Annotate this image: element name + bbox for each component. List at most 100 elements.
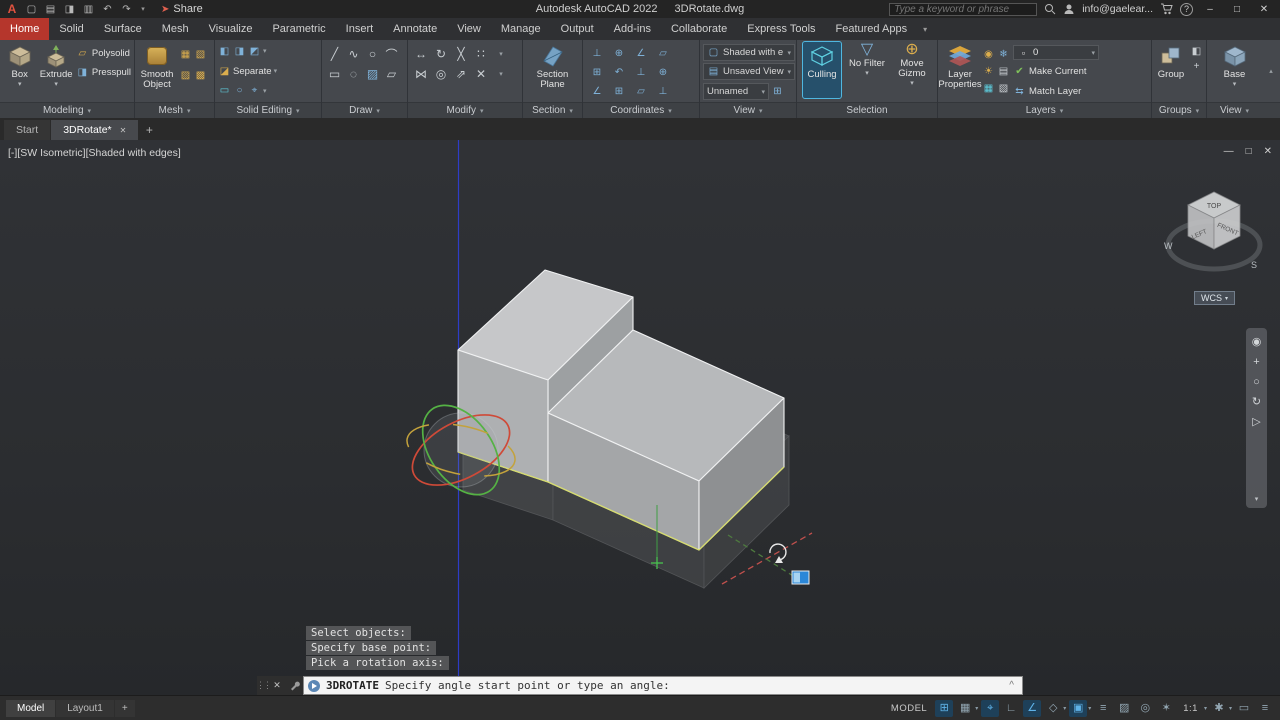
layer-unisolate-icon[interactable]: ▧ [997,82,1010,95]
ribbon-tab-parametric[interactable]: Parametric [262,18,335,40]
scale-caret[interactable]: ▾ [1204,705,1207,712]
ribbon-tab-annotate[interactable]: Annotate [383,18,447,40]
ucs-named-icon[interactable]: ⊕ [657,66,670,79]
viewport-minimize-button[interactable]: — [1224,146,1234,157]
pan-icon[interactable]: + [1253,357,1259,368]
section-plane-button[interactable]: Section Plane [534,42,572,98]
ribbon-tab-mesh[interactable]: Mesh [152,18,199,40]
box-button[interactable]: Box ▾ [3,42,36,98]
panel-label-coordinates[interactable]: Coordinates ▾ [583,102,699,118]
transparency-icon[interactable]: ▨ [1115,700,1133,717]
polyline-icon[interactable]: ∿ [346,47,361,62]
tab-3drotate[interactable]: 3DRotate* ✕ [51,120,139,140]
new-file-icon[interactable]: ▢ [25,4,38,15]
compass-south-label[interactable]: S [1251,260,1257,270]
model-tab[interactable]: Model [6,699,56,717]
panel-label-selection[interactable]: Selection [797,102,937,118]
qat-customize-caret[interactable]: ▾ [139,5,147,13]
ucs-z-axis-icon[interactable]: ∠ [635,47,648,60]
viewport-close-button[interactable]: ✕ [1264,146,1272,157]
lineweight-icon[interactable]: ≡ [1094,700,1112,717]
panel-label-view-base[interactable]: View ▾ [1207,102,1262,118]
ucs-object-icon[interactable]: ∠ [591,85,604,98]
command-grip[interactable]: ⋮ ⋮ [256,680,272,691]
layer-off-icon[interactable]: ▦ [982,82,995,95]
orbit-icon[interactable]: ↻ [1252,397,1261,408]
ribbon-tab-manage[interactable]: Manage [491,18,551,40]
tab-close-icon[interactable]: ✕ [120,126,127,135]
fillet-edge-icon[interactable]: ○ [233,84,246,97]
viewcube[interactable]: W S TOP LEFT FRONT [1158,185,1270,285]
scale-icon[interactable]: ⇗ [454,67,469,82]
layer-dropdown[interactable]: ▫ 0 ▾ [1013,45,1099,60]
viewport-config-dropdown[interactable]: Unnamed ▾ [703,83,769,100]
group-button[interactable]: Group [1155,42,1187,98]
showmotion-icon[interactable]: ▷ [1252,417,1260,428]
ribbon-tab-collaborate[interactable]: Collaborate [661,18,737,40]
ribbon-collapse-caret[interactable]: ▴ [1269,67,1273,75]
culling-button[interactable]: Culling [802,41,842,99]
ucs-icon[interactable]: ⊥ [591,47,604,60]
ribbon-tab-surface[interactable]: Surface [94,18,152,40]
intersect-icon[interactable]: ◩ [248,45,261,58]
tab-start[interactable]: Start [4,120,51,140]
polysolid-button[interactable]: ▱ Polysolid [76,45,131,62]
arc-icon[interactable]: ⌒ [384,47,399,62]
ribbon-tab-insert[interactable]: Insert [336,18,384,40]
mesh-smooth-less-icon[interactable]: ▩ [194,69,207,82]
panel-label-layers[interactable]: Layers ▾ [938,102,1151,118]
extrude-button[interactable]: Extrude ▾ [39,42,73,98]
mesh-refine-icon[interactable]: ▦ [179,48,192,61]
ellipse-icon[interactable]: ◌ [346,67,361,82]
modify-more-caret[interactable]: ▾ [499,70,503,78]
shell-caret[interactable]: ▾ [263,87,267,95]
ucs-previous-icon[interactable]: ↶ [613,66,626,79]
presspull-button[interactable]: ◨ Presspull [76,64,131,81]
snap-icon[interactable]: ▦ [956,700,974,717]
union-icon[interactable]: ◧ [218,45,231,58]
subtract-icon[interactable]: ◨ [233,45,246,58]
minimize-button[interactable]: – [1200,4,1220,15]
hatch-icon[interactable]: ▨ [365,67,380,82]
share-button[interactable]: ➤ Share [161,3,203,15]
workspace-caret[interactable]: ▾ [1229,705,1232,712]
viewport-grid-icon[interactable]: ⊞ [771,85,784,98]
ribbon-tab-home[interactable]: Home [0,18,50,40]
navigation-bar[interactable]: ◉ + ○ ↻ ▷ ▾ [1246,328,1267,508]
isodraft-caret[interactable]: ▾ [1063,705,1066,712]
trim-icon[interactable]: ╳ [454,47,469,62]
account-label[interactable]: info@gaelear... [1082,3,1153,15]
command-line[interactable]: ⋮ ⋮ ✕ 3DROTATE Specify angle start point … [256,676,1023,695]
command-input[interactable]: 3DROTATE Specify angle start point or ty… [303,676,1023,695]
ribbon-tab-solid[interactable]: Solid [49,18,93,40]
command-history-toggle[interactable]: ^ [1009,680,1018,691]
navbar-caret[interactable]: ▾ [1255,495,1259,503]
ribbon-tab-visualize[interactable]: Visualize [199,18,263,40]
osnap-icon[interactable]: ▣ [1069,699,1088,717]
ucs-origin-icon[interactable]: ⊞ [591,66,604,79]
viewcube-cube[interactable] [1187,191,1241,250]
base-button[interactable]: Base ▾ [1216,42,1254,98]
line-icon[interactable]: ╱ [327,47,342,62]
no-filter-button[interactable]: ▽ No Filter ▾ [848,41,886,98]
search-input[interactable] [889,2,1038,16]
layer-on-icon[interactable]: ◉ [982,48,995,61]
model-space-button[interactable]: MODEL [886,703,932,714]
command-close-icon[interactable]: ✕ [269,680,285,691]
drawing-viewport[interactable]: [-] [SW Isometric] [Shaded with edges] —… [0,140,1280,695]
panel-label-mesh[interactable]: Mesh ▾ [135,102,214,118]
new-drawing-tab-button[interactable]: + [139,120,159,140]
polar-tracking-icon[interactable]: ∠ [1023,699,1042,717]
dynamic-input-icon[interactable]: ⌖ [981,699,1000,717]
mesh-smooth-more-icon[interactable]: ▨ [179,69,192,82]
undo-icon[interactable]: ↶ [101,4,114,15]
ribbon-tab-featured-apps[interactable]: Featured Apps [826,18,918,40]
navigation-wheel-icon[interactable]: ◉ [1252,337,1262,348]
osnap-caret[interactable]: ▾ [1088,705,1091,712]
ucs-x-icon[interactable]: ⊞ [613,85,626,98]
ribbon-tab-addins[interactable]: Add-ins [604,18,661,40]
workspace-icon[interactable]: ✱ [1210,700,1228,717]
circle-icon[interactable]: ○ [365,47,380,62]
move-gizmo-button[interactable]: ⊕ Move Gizmo ▾ [893,41,931,98]
grid-icon[interactable]: ⊞ [935,699,954,717]
